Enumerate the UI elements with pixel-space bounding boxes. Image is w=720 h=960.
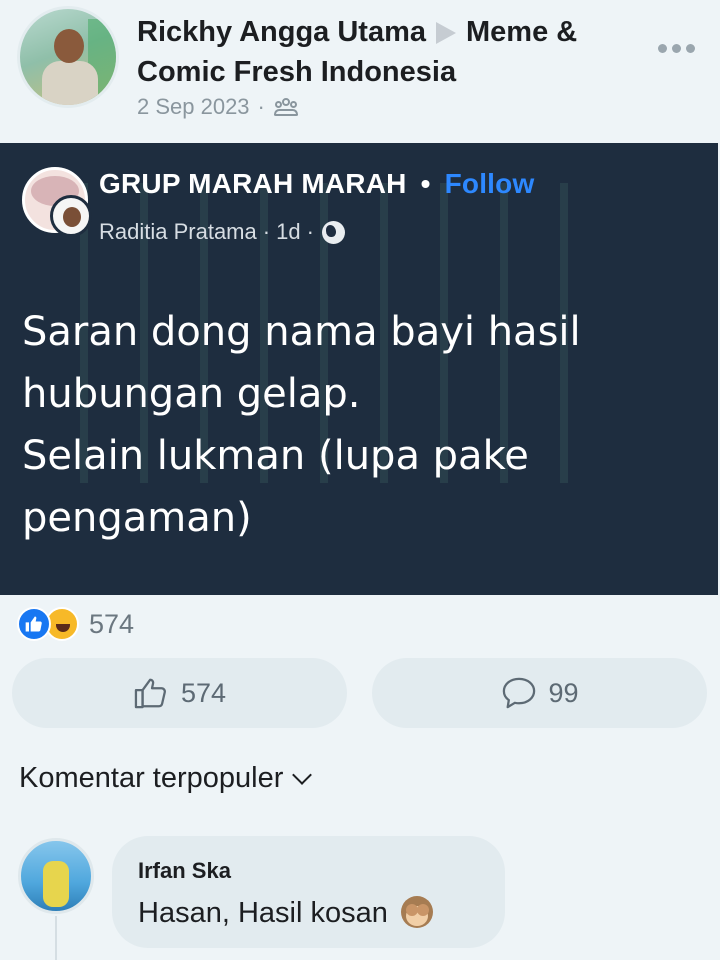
comment-icon [503,677,536,709]
shared-post-text: Saran dong nama bayi hasil hubungan gela… [22,309,581,541]
reaction-count: 574 [89,608,135,639]
group-audience-icon [273,98,299,116]
post-header: Rickhy Angga Utama Meme & Comic Fresh Ind… [0,0,720,140]
post-date[interactable]: 2 Sep 2023 [137,94,250,120]
shared-post-meta: Raditia Pratama · 1d · [99,219,345,245]
shared-separator: · [262,219,271,244]
avatar-player-figure [43,861,69,907]
more-options-icon[interactable] [658,38,698,58]
comment-button[interactable]: 99 [372,658,707,728]
see-no-evil-monkey-icon [398,894,436,932]
shared-group-header: GRUP MARAH MARAH • Follow [99,168,534,200]
bullet-separator: • [420,168,431,199]
comment-bubble[interactable]: Irfan Ska Hasan, Hasil kosan [112,836,505,948]
follow-label: Follow [444,168,535,199]
shared-poster-name: Raditia Pratama [99,219,257,244]
comment-author[interactable]: Irfan Ska [138,858,231,884]
post-meta: 2 Sep 2023 · [137,94,299,120]
meta-separator: · [257,94,265,119]
post-title: Rickhy Angga Utama Meme & Comic Fresh Ind… [137,12,637,92]
comment-count: 99 [548,677,579,708]
avatar-figure-body [42,61,98,105]
thread-line [55,916,57,960]
poster-avatar [50,195,92,237]
commenter-avatar[interactable] [18,838,94,914]
sort-label: Komentar terpopuler [19,762,284,794]
author-avatar[interactable] [17,6,119,108]
avatar-figure-head [54,29,84,63]
shared-separator-2: · [306,219,314,244]
reactions-summary[interactable]: 574 [17,606,134,642]
comment-text: Hasan, Hasil kosan [138,896,388,929]
like-count: 574 [180,677,227,708]
poster-face [63,207,81,227]
thumbs-up-icon [134,678,166,709]
like-reaction-icon [17,607,51,641]
shared-to-arrow-icon [436,22,456,45]
chevron-down-icon [292,764,313,785]
author-name[interactable]: Rickhy Angga Utama [137,16,426,48]
shared-post-image[interactable]: GRUP MARAH MARAH • Follow Raditia Pratama … [0,143,718,595]
comment-sort-dropdown[interactable]: Komentar terpopuler [19,762,313,795]
shared-post-time: 1d [276,219,301,244]
globe-icon [321,220,345,244]
like-button[interactable]: 574 [12,658,347,728]
shared-group-name: GRUP MARAH MARAH [99,168,407,199]
comment-text-row: Hasan, Hasil kosan [138,894,436,932]
